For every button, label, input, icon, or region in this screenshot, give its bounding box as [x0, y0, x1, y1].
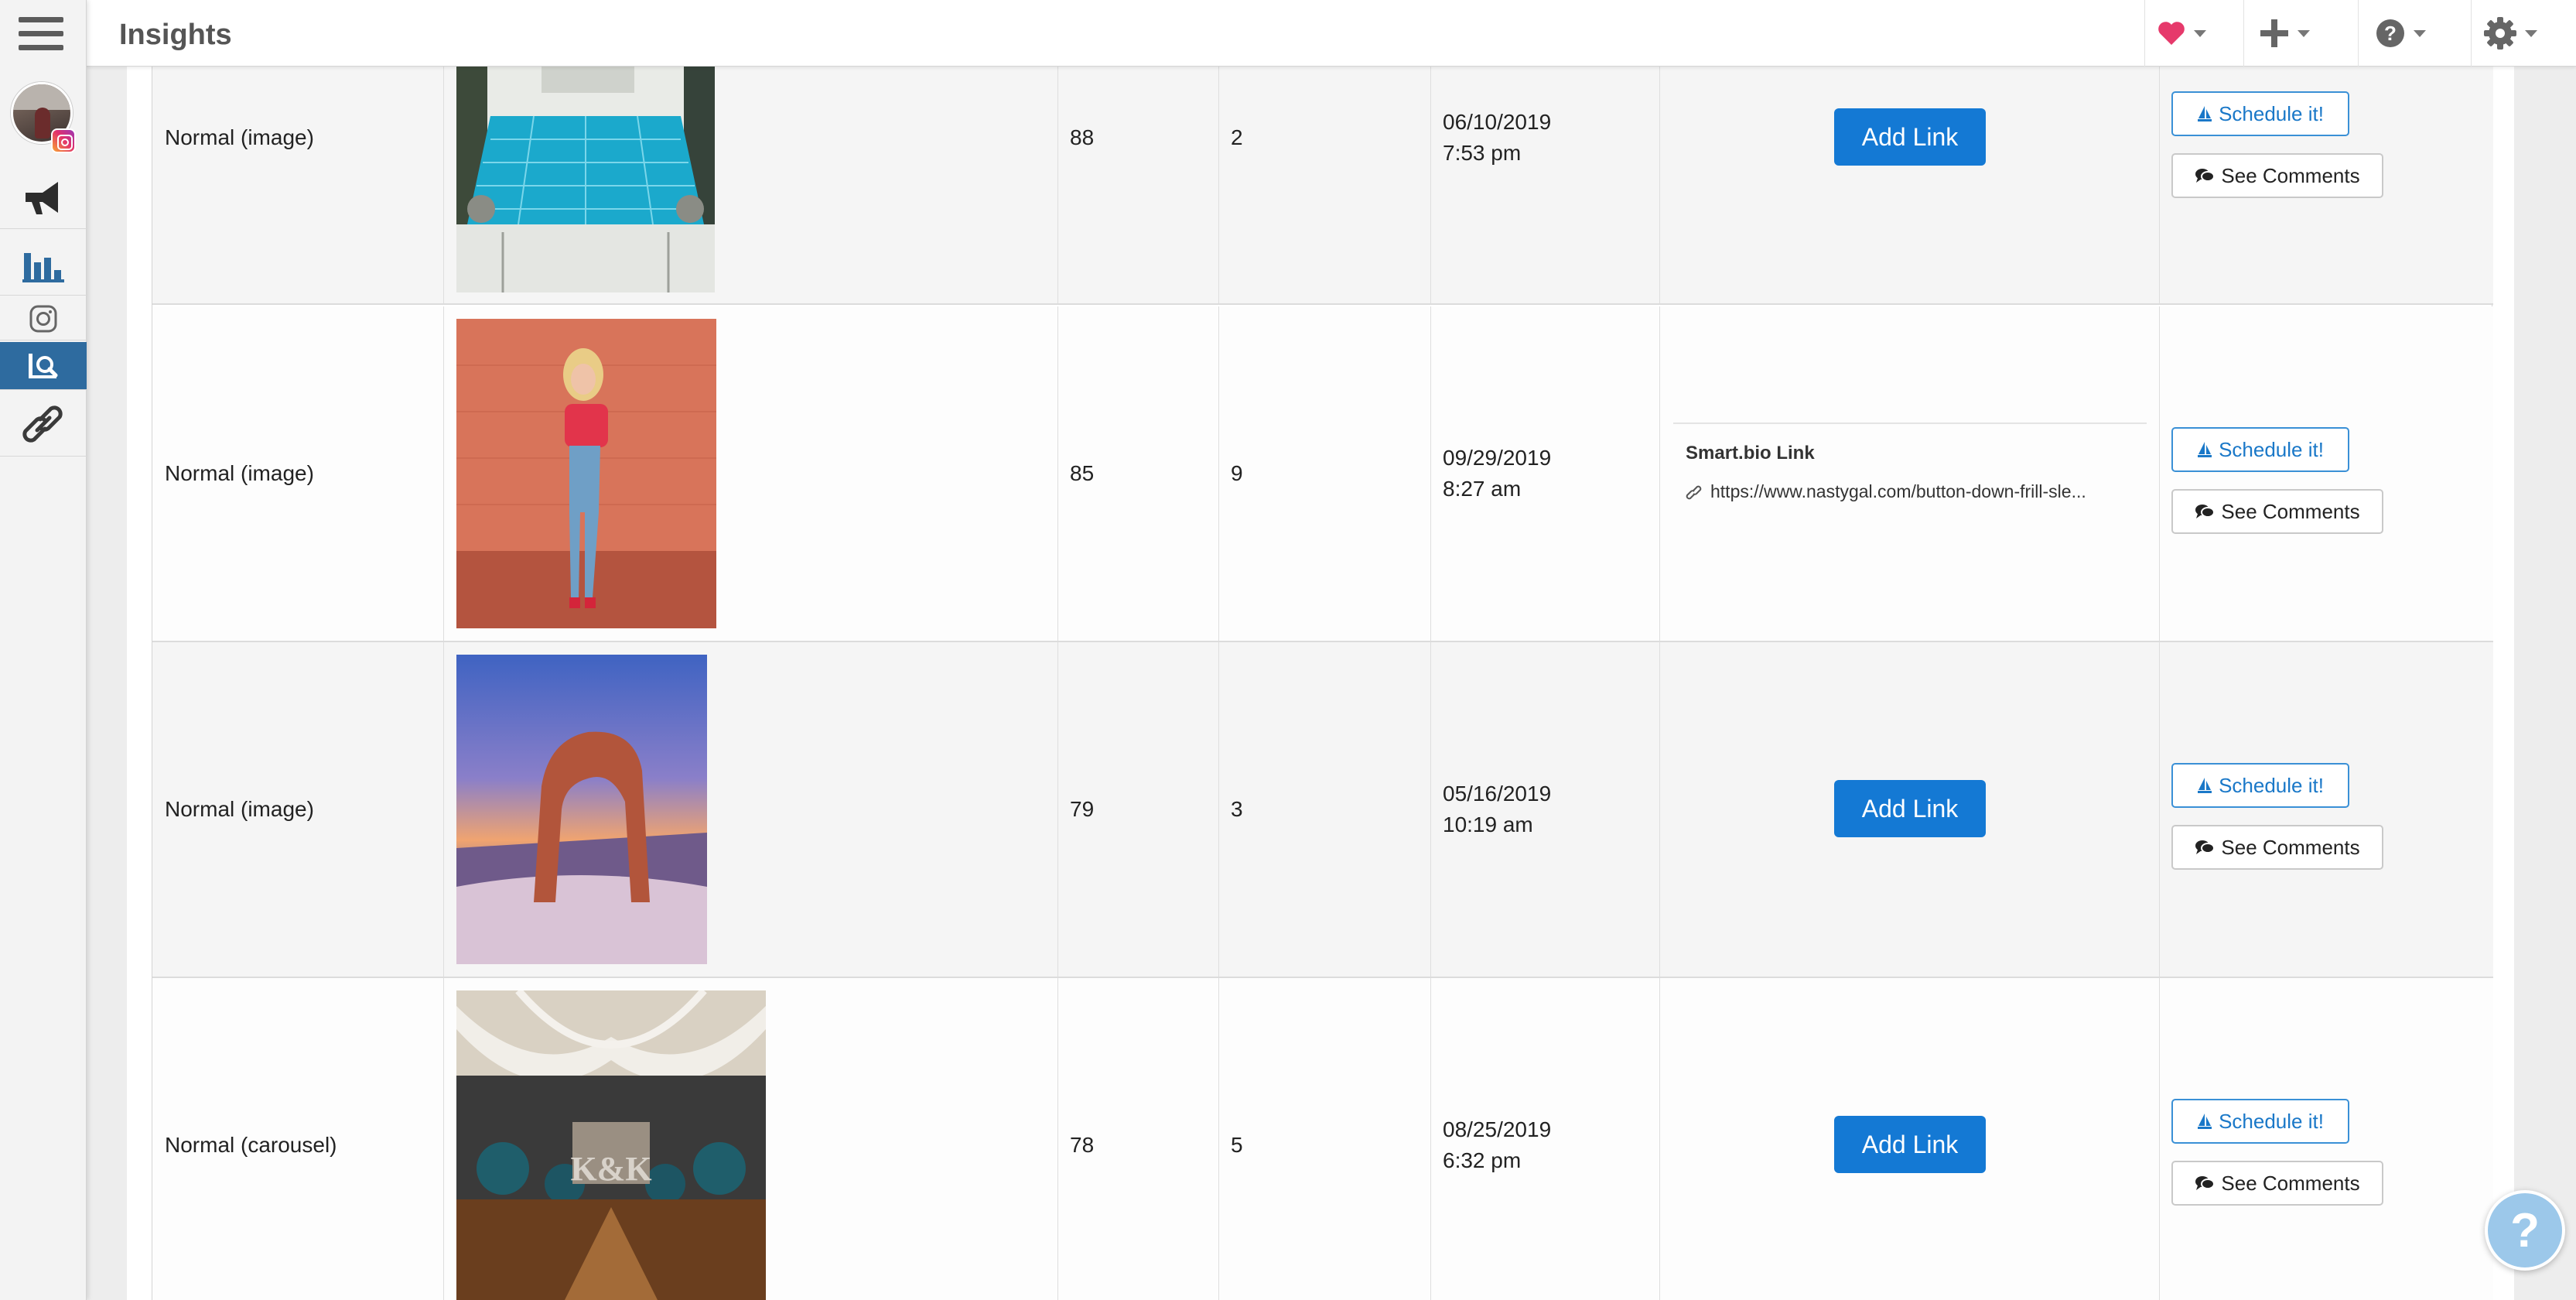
top-bar: Insights ?: [87, 0, 2576, 67]
add-link-button[interactable]: Add Link: [1834, 108, 1986, 166]
post-time: 7:53 pm: [1443, 141, 1522, 165]
chevron-down-icon: [2298, 29, 2310, 37]
bar-chart-icon: [22, 252, 64, 282]
instagram-icon: [29, 305, 57, 332]
heart-icon: [2158, 22, 2185, 45]
rail-links-button[interactable]: [0, 392, 87, 457]
help-dropdown[interactable]: ?: [2375, 14, 2426, 53]
sailboat-icon: [2198, 106, 2212, 121]
schedule-button-label: Schedule it!: [2219, 101, 2324, 125]
plus-icon: [2260, 19, 2288, 47]
post-date: 08/25/2019: [1443, 1117, 1552, 1141]
post-comments-count: 5: [1231, 1133, 1243, 1157]
see-comments-button[interactable]: See Comments: [2171, 489, 2383, 534]
schedule-button[interactable]: Schedule it!: [2171, 763, 2349, 808]
post-comments-count: 9: [1231, 461, 1243, 485]
see-comments-button-label: See Comments: [2221, 1171, 2360, 1195]
post-time: 8:27 am: [1443, 477, 1522, 501]
gear-icon: [2484, 17, 2516, 50]
sailboat-icon: [2198, 442, 2212, 457]
link-icon: [22, 405, 63, 443]
hamburger-menu-icon[interactable]: [19, 17, 63, 51]
add-link-button[interactable]: Add Link: [1834, 780, 1986, 837]
post-type: Normal (image): [165, 461, 314, 485]
post-type: Normal (carousel): [165, 1133, 337, 1157]
search-insights-icon: [29, 353, 58, 378]
help-circle-icon: ?: [2376, 19, 2404, 47]
link-icon: [1686, 485, 1702, 499]
comments-icon: [2195, 505, 2216, 518]
topbar-divider: [2144, 0, 2145, 67]
settings-dropdown[interactable]: [2483, 14, 2537, 53]
post-likes: 88: [1070, 125, 1095, 149]
post-type: Normal (image): [165, 797, 314, 821]
post-thumbnail[interactable]: [456, 655, 707, 964]
post-time: 6:32 pm: [1443, 1148, 1522, 1172]
schedule-button-label: Schedule it!: [2219, 437, 2324, 461]
see-comments-button[interactable]: See Comments: [2171, 1161, 2383, 1206]
rail-insights-button[interactable]: [0, 342, 87, 390]
post-date: 05/16/2019: [1443, 782, 1552, 806]
schedule-button[interactable]: Schedule it!: [2171, 427, 2349, 472]
schedule-button-label: Schedule it!: [2219, 1109, 2324, 1133]
schedule-button-label: Schedule it!: [2219, 773, 2324, 797]
instagram-badge-icon: [51, 128, 76, 153]
post-comments-count: 2: [1231, 125, 1243, 149]
post-thumbnail[interactable]: K&K: [456, 990, 766, 1300]
help-chat-button[interactable]: ?: [2485, 1190, 2565, 1271]
smartbio-link-url[interactable]: https://www.nastygal.com/button-down-fri…: [1686, 481, 2086, 502]
comments-icon: [2195, 840, 2216, 854]
smartbio-link-title: Smart.bio Link: [1686, 443, 1815, 464]
chevron-down-icon: [2194, 29, 2206, 37]
megaphone-icon: [26, 181, 58, 214]
post-time: 10:19 am: [1443, 812, 1533, 836]
topbar-divider: [2471, 0, 2472, 67]
comments-icon: [2195, 1176, 2216, 1190]
post-likes: 85: [1070, 461, 1095, 485]
rail-analytics-button[interactable]: [0, 231, 87, 296]
sailboat-icon: [2198, 1114, 2212, 1129]
create-dropdown[interactable]: [2259, 14, 2310, 53]
chevron-down-icon: [2414, 29, 2426, 37]
see-comments-button[interactable]: See Comments: [2171, 153, 2383, 198]
left-rail: [0, 0, 87, 1300]
rail-campaigns-button[interactable]: [0, 167, 87, 229]
rail-instagram-button[interactable]: [0, 297, 87, 340]
see-comments-button[interactable]: See Comments: [2171, 825, 2383, 870]
svg-text:?: ?: [2384, 22, 2397, 45]
posts-table: Normal (image) 88 2 06/10/2019 7:53 pm A…: [152, 0, 2493, 1300]
post-likes: 79: [1070, 797, 1095, 821]
add-link-button[interactable]: Add Link: [1834, 1116, 1986, 1173]
schedule-button[interactable]: Schedule it!: [2171, 1099, 2349, 1144]
table-row: Normal (carousel) K&K 78 5 08/25/2019 6:…: [152, 978, 2493, 1300]
topbar-divider: [2243, 0, 2244, 67]
comments-icon: [2195, 169, 2216, 183]
see-comments-button-label: See Comments: [2221, 835, 2360, 859]
smartbio-link-box: Smart.bio Link https://www.nastygal.com/…: [1673, 422, 2147, 531]
post-comments-count: 3: [1231, 797, 1243, 821]
post-thumbnail[interactable]: [456, 319, 716, 628]
favorites-dropdown[interactable]: [2157, 14, 2206, 53]
svg-text:K&K: K&K: [570, 1150, 651, 1188]
post-date: 09/29/2019: [1443, 446, 1552, 470]
schedule-button[interactable]: Schedule it!: [2171, 91, 2349, 136]
sailboat-icon: [2198, 778, 2212, 793]
topbar-divider: [2358, 0, 2359, 67]
post-likes: 78: [1070, 1133, 1095, 1157]
post-date: 06/10/2019: [1443, 110, 1552, 134]
posts-table-container: Normal (image) 88 2 06/10/2019 7:53 pm A…: [127, 0, 2514, 1300]
see-comments-button-label: See Comments: [2221, 163, 2360, 187]
smartbio-link-url-text: https://www.nastygal.com/button-down-fri…: [1710, 481, 2086, 501]
see-comments-button-label: See Comments: [2221, 499, 2360, 523]
table-row: Normal (image) 79 3 05/16/2019 10:19 am …: [152, 642, 2493, 978]
page-title: Insights: [119, 19, 232, 51]
chevron-down-icon: [2525, 29, 2537, 37]
post-type: Normal (image): [165, 125, 314, 149]
table-row: Normal (image) 85 9 09/29/2019 8:27 am S…: [152, 306, 2493, 642]
